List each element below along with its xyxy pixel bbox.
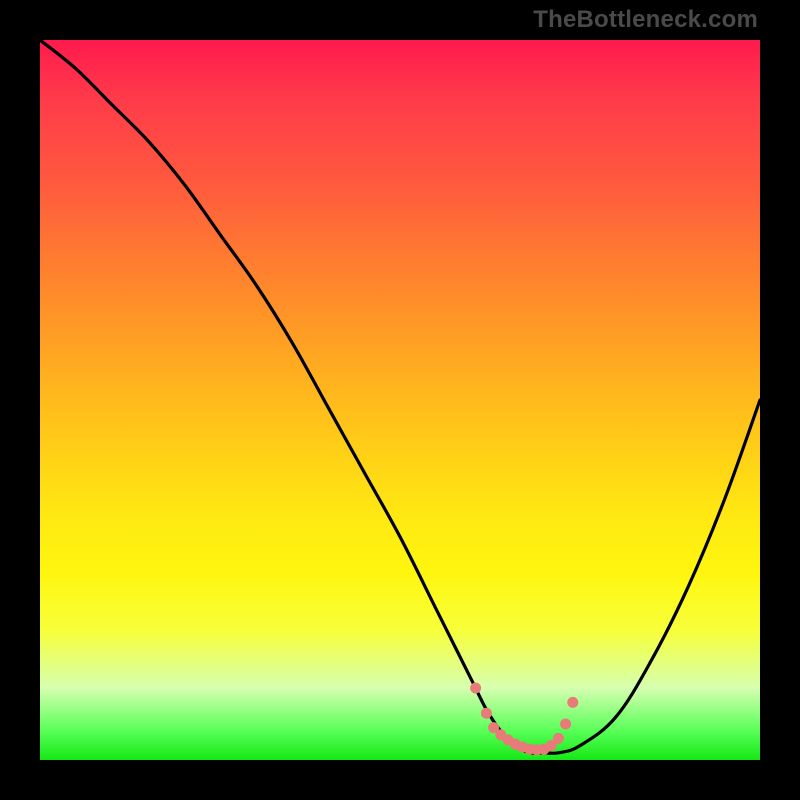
accent-dot	[567, 697, 578, 708]
accent-dot	[553, 733, 564, 744]
watermark-text: TheBottleneck.com	[533, 6, 758, 34]
chart-frame: TheBottleneck.com	[0, 0, 800, 800]
accent-dot	[560, 719, 571, 730]
plot-area	[40, 40, 760, 760]
bottleneck-curve	[40, 40, 760, 753]
curve-svg	[40, 40, 760, 760]
accent-dot	[470, 683, 481, 694]
accent-dot	[481, 708, 492, 719]
accent-dots	[470, 683, 578, 756]
